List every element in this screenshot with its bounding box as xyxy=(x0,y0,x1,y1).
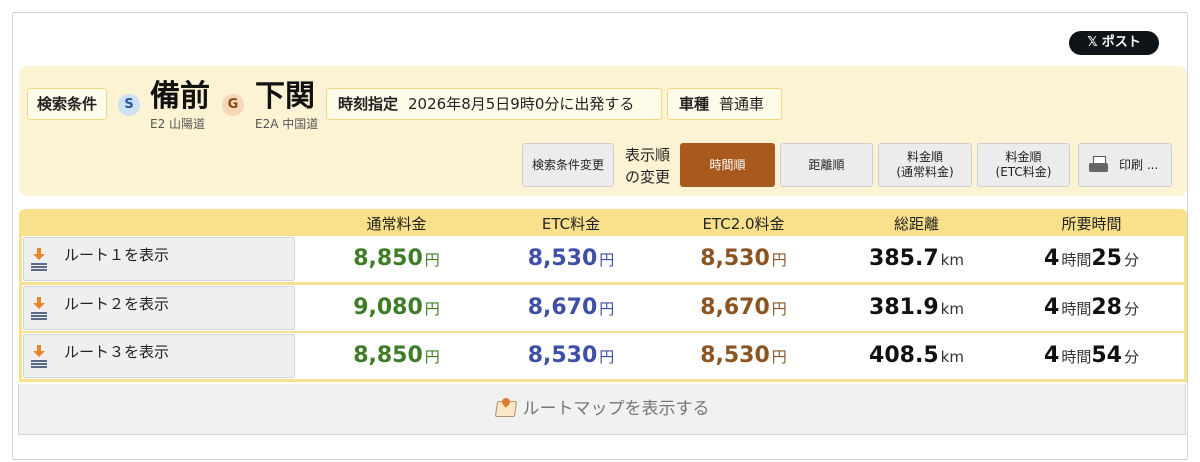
time-condition-value: 2026年8月5日9時0分に出発する xyxy=(408,95,635,113)
sort-by-normal-fee-line1: 料金順 xyxy=(906,150,943,164)
duration-cell: 4 時間25 分 xyxy=(1044,246,1139,271)
table-row: ルート３を表示 8,850 円 8,530 円 8,530 円 408.5 km 4 時間… xyxy=(22,333,1184,379)
etc2-fee-cell: 8,530 円 xyxy=(700,343,787,368)
header-etc2-fee: ETC2.0料金 xyxy=(702,215,785,233)
etc2-fee-cell: 8,530 円 xyxy=(700,246,787,271)
sort-order-label: 表示順 の変更 xyxy=(625,144,670,188)
table-row: ルート２を表示 9,080 円 8,670 円 8,670 円 381.9 km 4 時間… xyxy=(22,285,1184,331)
download-list-icon xyxy=(30,248,48,272)
x-post-button[interactable]: 𝕏 ポスト xyxy=(1069,31,1159,55)
etc-fee-cell: 8,670 円 xyxy=(527,295,615,320)
distance-cell: 381.9 km xyxy=(869,295,964,320)
sort-order-label-line2: の変更 xyxy=(625,168,671,186)
route-results-table: 通常料金 ETC料金 ETC2.0料金 総距離 所要時間 ルート１を表示 8,8… xyxy=(19,209,1187,382)
search-conditions-panel: 検索条件 S 備前 E2 山陽道 G 下関 E2A 中国道 時刻指定 2026年8… xyxy=(19,66,1187,196)
show-route-button[interactable]: ルート３を表示 xyxy=(23,334,295,378)
vehicle-condition: 車種 普通車 xyxy=(667,88,782,120)
start-road: E2 山陽道 xyxy=(150,117,206,131)
show-route-map-label: ルートマップを表示する xyxy=(522,399,710,419)
download-list-icon xyxy=(30,297,48,321)
download-list-icon xyxy=(30,345,48,369)
print-button[interactable]: 印刷 ... xyxy=(1078,143,1172,187)
sort-by-etc-fee-line1: 料金順 xyxy=(1005,150,1042,164)
print-label: 印刷 ... xyxy=(1119,157,1159,172)
table-row: ルート１を表示 8,850 円 8,530 円 8,530 円 385.7 km 4 時間… xyxy=(22,236,1184,282)
header-duration: 所要時間 xyxy=(1061,215,1122,233)
goal-place: 下関 xyxy=(255,79,315,114)
normal-fee-cell: 8,850 円 xyxy=(353,246,440,271)
etc-fee-cell: 8,530 円 xyxy=(527,246,615,271)
change-conditions-button[interactable]: 検索条件変更 xyxy=(522,143,614,187)
distance-cell: 408.5 km xyxy=(869,343,964,368)
start-place: 備前 xyxy=(150,79,210,114)
sort-by-etc-fee-button[interactable]: 料金順 (ETC料金) xyxy=(977,143,1070,187)
goal-road: E2A 中国道 xyxy=(255,117,319,131)
x-post-label: ポスト xyxy=(1101,35,1141,50)
sort-by-time-button[interactable]: 時間順 xyxy=(680,143,775,187)
start-badge-icon: S xyxy=(118,94,140,116)
distance-cell: 385.7 km xyxy=(869,246,964,271)
sort-by-normal-fee-line2: (通常料金) xyxy=(896,165,954,179)
vehicle-condition-label: 車種 xyxy=(679,95,710,113)
header-distance: 総距離 xyxy=(893,215,939,233)
show-route-label: ルート１を表示 xyxy=(64,246,170,264)
normal-fee-cell: 8,850 円 xyxy=(353,343,440,368)
sort-order-label-line1: 表示順 xyxy=(625,146,671,164)
sort-by-distance-button[interactable]: 距離順 xyxy=(780,143,873,187)
show-route-button[interactable]: ルート２を表示 xyxy=(23,286,295,330)
duration-cell: 4 時間28 分 xyxy=(1044,295,1139,320)
normal-fee-cell: 9,080 円 xyxy=(353,295,440,320)
etc2-fee-cell: 8,670 円 xyxy=(700,295,787,320)
time-condition-label: 時刻指定 xyxy=(338,95,399,113)
sort-by-normal-fee-button[interactable]: 料金順 (通常料金) xyxy=(878,143,972,187)
printer-icon xyxy=(1089,156,1109,174)
search-conditions-label: 検索条件 xyxy=(27,88,107,120)
header-etc-fee: ETC料金 xyxy=(541,215,601,233)
show-route-map-button[interactable]: ルートマップを表示する xyxy=(18,384,1186,435)
map-icon xyxy=(495,398,517,418)
etc-fee-cell: 8,530 円 xyxy=(527,343,615,368)
vehicle-condition-value: 普通車 xyxy=(719,95,765,113)
time-condition: 時刻指定 2026年8月5日9時0分に出発する xyxy=(326,88,662,120)
sort-by-etc-fee-line2: (ETC料金) xyxy=(995,165,1052,179)
x-logo-icon: 𝕏 xyxy=(1087,35,1098,50)
duration-cell: 4 時間54 分 xyxy=(1044,343,1139,368)
goal-badge-icon: G xyxy=(222,94,244,116)
header-normal-fee: 通常料金 xyxy=(366,215,427,233)
show-route-label: ルート２を表示 xyxy=(64,295,170,313)
show-route-button[interactable]: ルート１を表示 xyxy=(23,237,295,281)
show-route-label: ルート３を表示 xyxy=(64,343,170,361)
